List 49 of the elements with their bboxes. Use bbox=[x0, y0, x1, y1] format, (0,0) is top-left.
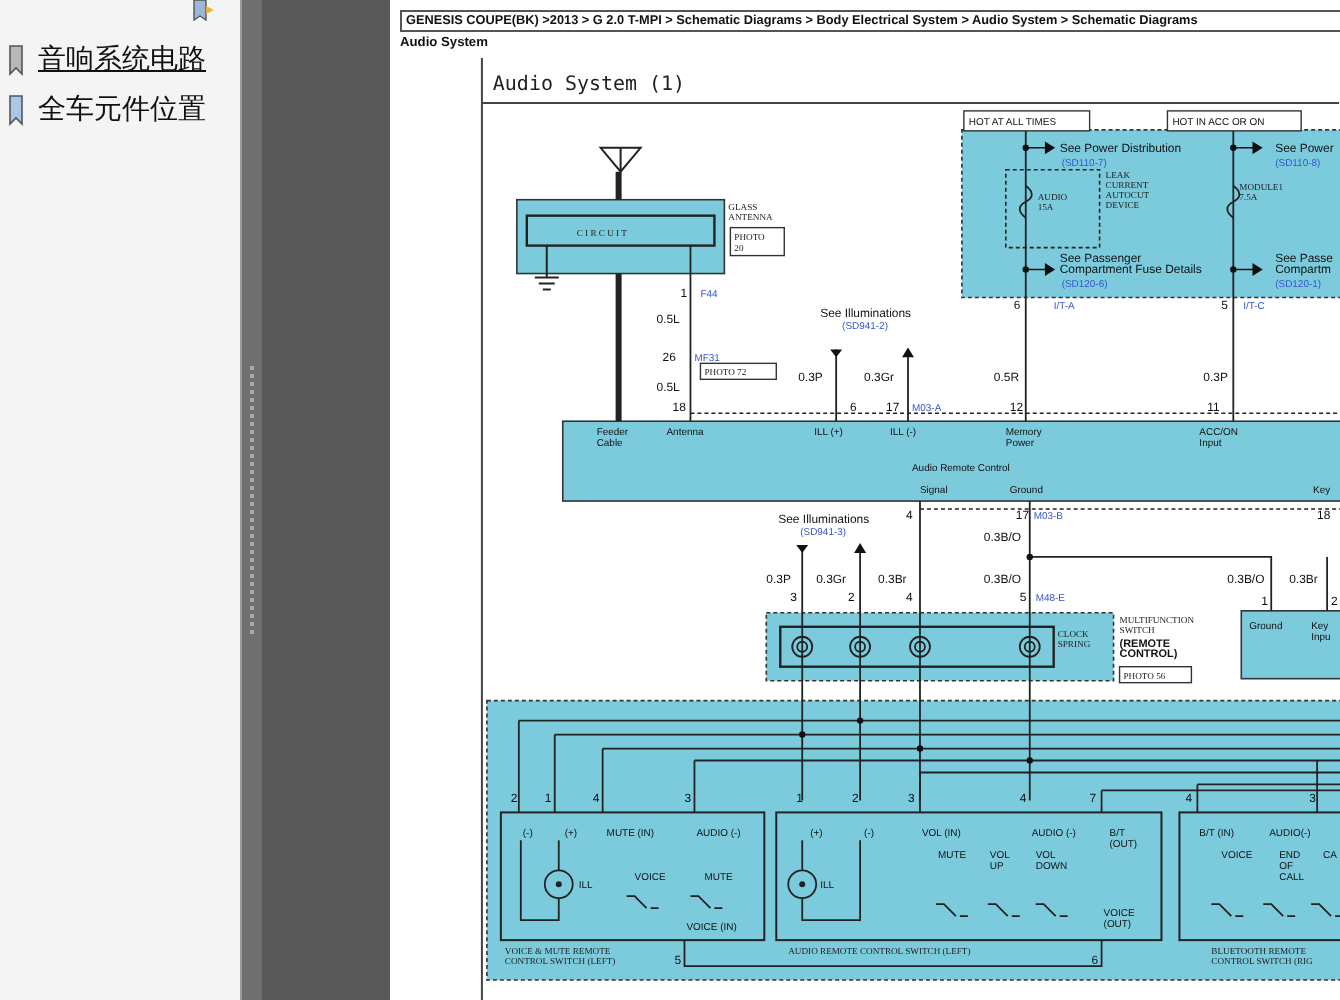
fuse-group-outline bbox=[1005, 168, 1101, 249]
wire bbox=[615, 171, 622, 200]
junction-dot bbox=[799, 731, 806, 738]
bookmark-icon bbox=[8, 44, 26, 76]
wire bbox=[1326, 556, 1328, 612]
switch-icon bbox=[1034, 903, 1069, 918]
switch-icon bbox=[625, 895, 660, 910]
switch-icon bbox=[986, 903, 1021, 918]
module-block bbox=[1240, 610, 1340, 680]
label-frame bbox=[1166, 110, 1302, 132]
junction-dot bbox=[1022, 266, 1029, 273]
arrow-icon bbox=[1232, 141, 1263, 155]
arrow-icon bbox=[1232, 263, 1263, 276]
fuse-icon bbox=[1018, 184, 1033, 219]
switch-icon bbox=[689, 895, 724, 910]
lamp-icon bbox=[787, 869, 818, 900]
lamp-icon bbox=[543, 869, 574, 900]
label-frame bbox=[729, 226, 785, 257]
arrow-icon bbox=[796, 544, 809, 553]
coil-icon bbox=[849, 635, 871, 658]
label-frame bbox=[1118, 666, 1193, 684]
junction-dot bbox=[856, 717, 864, 724]
switch-icon bbox=[1262, 903, 1297, 918]
junction-dot bbox=[1026, 757, 1033, 764]
diagram-title: Audio System (1) bbox=[492, 73, 685, 96]
fuse-icon bbox=[1226, 184, 1241, 219]
arrow-icon bbox=[1024, 141, 1056, 155]
coil-icon bbox=[791, 635, 814, 658]
switch-icon bbox=[1310, 903, 1340, 918]
antenna-icon bbox=[599, 146, 643, 173]
junction-dot bbox=[1230, 266, 1237, 273]
arrow-icon bbox=[830, 349, 843, 358]
switch-icon bbox=[1210, 903, 1245, 918]
label-frame bbox=[699, 362, 777, 380]
splitter-handle[interactable] bbox=[250, 365, 254, 635]
bookmark-item[interactable]: 音响系统电路 bbox=[38, 42, 206, 78]
ground-icon bbox=[533, 244, 560, 291]
bookmark-item[interactable]: 全车元件位置 bbox=[38, 92, 206, 128]
arrow-icon bbox=[854, 542, 867, 553]
coil-icon bbox=[1018, 635, 1041, 658]
bookmark-icon bbox=[8, 94, 26, 126]
junction-dot bbox=[916, 745, 924, 752]
arrow-icon bbox=[902, 347, 914, 358]
arrow-icon bbox=[1024, 263, 1056, 276]
bookmark-icon[interactable] bbox=[192, 0, 216, 22]
switch-icon bbox=[935, 903, 969, 918]
junction-dot bbox=[1026, 553, 1033, 561]
coil-icon bbox=[909, 635, 931, 658]
label-frame bbox=[963, 110, 1091, 132]
